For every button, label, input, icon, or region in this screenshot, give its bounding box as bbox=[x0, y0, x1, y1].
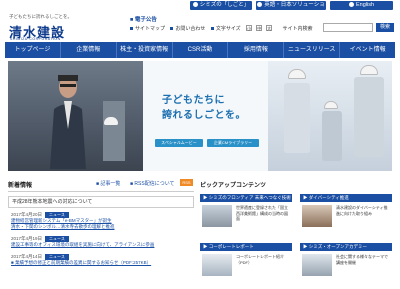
rss-icon[interactable]: RSS bbox=[180, 179, 193, 186]
helmet-image bbox=[360, 65, 378, 75]
nav-csr[interactable]: CSR活動 bbox=[173, 42, 229, 58]
hero-line-2: 誇れるしごとを。 bbox=[162, 110, 246, 121]
square-icon bbox=[130, 27, 133, 31]
nav-recruit[interactable]: 採用情報 bbox=[228, 42, 285, 58]
news-link[interactable]: 清水・下関のシンボル…清水寺去散歩の理解と推進 bbox=[11, 224, 191, 230]
circle-icon bbox=[257, 2, 263, 8]
notice-label: 電子公告 bbox=[134, 17, 157, 23]
square-icon bbox=[170, 27, 174, 31]
nav-ir[interactable]: 株主・投資家情報 bbox=[117, 42, 173, 58]
hero-line-1: 子どもたちに bbox=[162, 95, 225, 106]
contact-link[interactable]: お問い合わせ bbox=[170, 26, 205, 32]
news-title: 新着情報 bbox=[8, 183, 33, 189]
tagline: 子どもたちに誇れるしごとを。 bbox=[9, 14, 72, 19]
person-image bbox=[50, 75, 86, 169]
news-link[interactable]: 建設工事等のオフィス環境の取組を実施に向けて、アライアンスに参画 bbox=[11, 242, 191, 248]
font-size-text: 文字サイズ bbox=[215, 26, 241, 32]
background-building bbox=[103, 101, 125, 161]
nav-news[interactable]: ニュースリリース bbox=[284, 42, 341, 58]
hero-message-panel: 子どもたちに 誇れるしごとを。 スペシャルムービー 企業CMライブラリー bbox=[143, 61, 268, 171]
pickup-section: ピックアップコンテンツ ▶ シミズのフロンティア 未来へつなぐ技術 世界遺産に登… bbox=[200, 177, 392, 289]
globe-icon bbox=[348, 2, 354, 8]
english-label: English bbox=[355, 2, 375, 8]
shigoto-button[interactable]: シミズの「しごと」 bbox=[190, 1, 252, 10]
shigoto-label: シミズの「しごと」 bbox=[199, 2, 250, 8]
pickup-card-diversity[interactable]: ▶ ダイバーシティ推進 清水建設のダイバーシティ推進に向けた取り組み bbox=[300, 194, 392, 238]
square-icon bbox=[210, 27, 214, 31]
news-item: 2017年4月20日 ニュース 建物経営管理新システム「e-BMマスター」が誕生 … bbox=[11, 212, 191, 230]
pickup-card-report[interactable]: ▶ コーポレートレポート コーポレートレポート紹介（PDF） bbox=[200, 243, 292, 287]
pickup-card-head: ▶ ダイバーシティ推進 bbox=[300, 194, 392, 202]
pickup-card-academy[interactable]: ▶ シミズ・オープンアカデミー 社会に関する様々なテーマで講座を開催 bbox=[300, 243, 392, 287]
nav-top[interactable]: トップページ bbox=[5, 42, 61, 58]
pickup-card-frontier[interactable]: ▶ シミズのフロンティア 未来へつなぐ技術 世界遺産に登録された「国立西洋美術館… bbox=[200, 194, 292, 238]
circle-icon bbox=[192, 2, 198, 8]
font-size-label: 文字サイズ bbox=[210, 26, 241, 32]
nav-events[interactable]: イベント情報 bbox=[340, 42, 395, 58]
academy-thumbnail bbox=[302, 254, 332, 276]
rss-info-label: RSS配信について bbox=[134, 181, 175, 187]
font-large-button[interactable]: 大 bbox=[266, 25, 273, 31]
news-item: 2017年4月19日 ニュース 建設工事等のオフィス環境の取組を実施に向けて、アラ… bbox=[11, 236, 191, 248]
worker-figure bbox=[322, 111, 342, 161]
people-thumbnail bbox=[302, 205, 332, 227]
pickup-title: ピックアップコンテンツ bbox=[200, 183, 267, 189]
top-strip: シミズの「しごと」 英語・日本ソリューション English bbox=[0, 0, 400, 17]
quake-notice-link[interactable]: 平成28年熊本地震への対応について bbox=[8, 196, 194, 208]
report-thumbnail bbox=[202, 254, 232, 276]
pickup-card-text: 清水建設のダイバーシティ推進に向けた取り組み bbox=[336, 205, 388, 216]
header-links: サイトマップ お問い合わせ 文字サイズ 小中大 サイト内検索 bbox=[130, 25, 316, 32]
search-button[interactable]: 検索 bbox=[376, 23, 394, 32]
special-movie-button[interactable]: スペシャルムービー bbox=[155, 139, 203, 147]
solution-button[interactable]: 英語・日本ソリューション bbox=[256, 1, 326, 17]
pickup-card-head: ▶ コーポレートレポート bbox=[200, 243, 292, 251]
cm-library-button[interactable]: 企業CMライブラリー bbox=[207, 139, 259, 147]
pickup-card-head: ▶ シミズ・オープンアカデミー bbox=[300, 243, 392, 251]
search-label: サイト内検索 bbox=[282, 26, 313, 32]
nav-company[interactable]: 企業情報 bbox=[61, 42, 117, 58]
contact-label: お問い合わせ bbox=[175, 26, 206, 32]
news-list: 平成28年熊本地震への対応について 2017年4月20日 ニュース 建物経営管理新… bbox=[8, 191, 194, 289]
font-small-button[interactable]: 小 bbox=[246, 25, 253, 31]
news-link[interactable]: ■ 業績予想の修正と前期業績の差異に関するお知らせ（PDF:257KB） bbox=[11, 260, 191, 266]
news-section: 新着情報 ■ 記事一覧 ■ RSS配信について RSS 平成28年熊本地震への対… bbox=[8, 177, 194, 289]
helmet-image bbox=[104, 117, 118, 125]
electronic-notice-link[interactable]: ■ 電子公告 bbox=[130, 15, 157, 23]
hero-banner[interactable]: 子どもたちに 誇れるしごとを。 スペシャルムービー 企業CMライブラリー bbox=[8, 61, 392, 171]
helmet-image bbox=[288, 69, 306, 79]
worker-figure bbox=[354, 77, 384, 157]
pickup-card-text: 社会に関する様々なテーマで講座を開催 bbox=[336, 254, 388, 265]
search-input[interactable] bbox=[323, 23, 373, 32]
sitemap-label: サイトマップ bbox=[135, 26, 166, 32]
news-list-label: 記事一覧 bbox=[100, 181, 121, 187]
helmet-image bbox=[324, 101, 338, 109]
logo-english: SHIMIZU CORPORATION bbox=[10, 37, 61, 41]
pickup-card-head: ▶ シミズのフロンティア 未来へつなぐ技術 bbox=[200, 194, 292, 202]
rss-info-link[interactable]: ■ RSS配信について bbox=[130, 180, 175, 187]
global-nav: トップページ 企業情報 株主・投資家情報 CSR活動 採用情報 ニュースリリース… bbox=[5, 42, 395, 58]
hero-photo-left bbox=[8, 61, 143, 171]
worker-figure bbox=[284, 83, 310, 153]
english-button[interactable]: English bbox=[330, 1, 393, 10]
museum-thumbnail bbox=[202, 205, 232, 227]
pickup-card-text: 世界遺産に登録された「国立西洋美術館」構成の当時の図面 bbox=[236, 205, 288, 221]
pickup-card-text: コーポレートレポート紹介（PDF） bbox=[236, 254, 284, 265]
site-header: 子どもたちに誇れるしごとを。 清水建設 SHIMIZU CORPORATION … bbox=[0, 12, 400, 42]
font-medium-button[interactable]: 中 bbox=[256, 25, 263, 31]
hero-photo-right bbox=[268, 61, 392, 171]
news-item: 2017年4月14日 ニュース ■ 業績予想の修正と前期業績の差異に関するお知らせ… bbox=[11, 254, 191, 266]
news-list-link[interactable]: ■ 記事一覧 bbox=[96, 180, 120, 187]
sitemap-link[interactable]: サイトマップ bbox=[130, 26, 165, 32]
